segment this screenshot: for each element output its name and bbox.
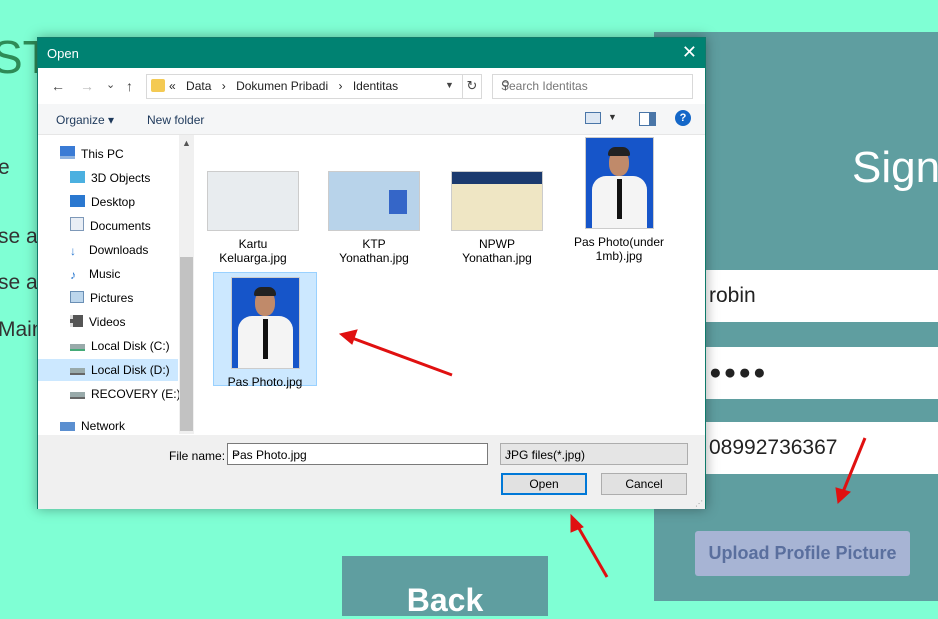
annotation-arrow-to-upload [841,437,867,493]
annotation-arrowhead [835,487,851,505]
annotation-arrows [338,329,867,578]
annotation-arrow-to-pas-photo [351,336,453,377]
annotation-arrowhead [338,329,358,345]
annotation-arrow-to-open [575,524,609,578]
